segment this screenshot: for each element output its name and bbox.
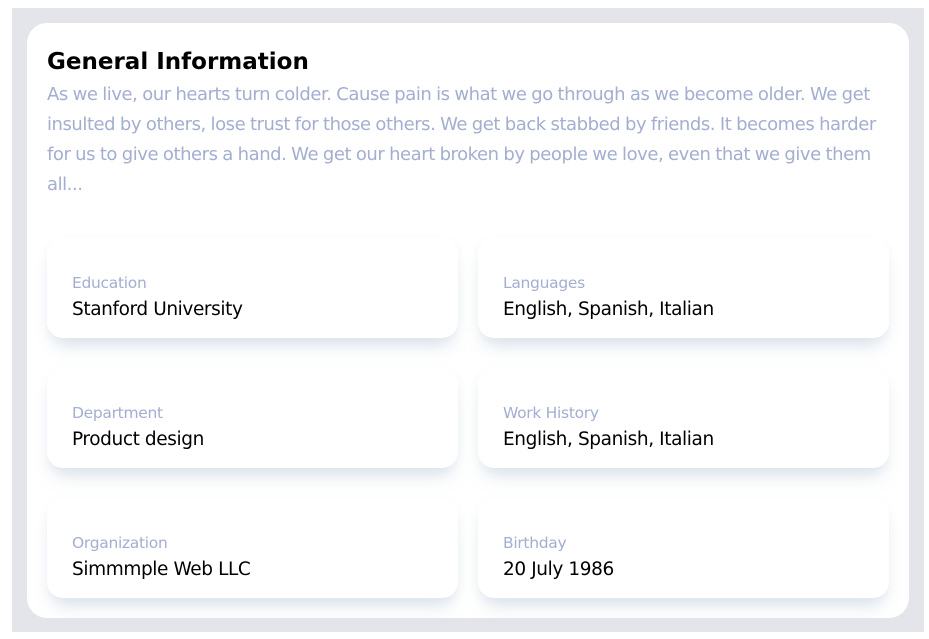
card-title: General Information — [47, 49, 309, 75]
general-information-card: General Information As we live, our hear… — [27, 23, 909, 618]
page-background: General Information As we live, our hear… — [12, 8, 924, 632]
info-label: Languages — [503, 274, 585, 292]
info-label: Birthday — [503, 534, 567, 552]
info-value: English, Spanish, Italian — [503, 299, 714, 320]
info-value: Stanford University — [72, 299, 243, 320]
info-value: Product design — [72, 429, 204, 450]
card-description: As we live, our hearts turn colder. Caus… — [47, 84, 876, 195]
info-value: Simmmple Web LLC — [72, 559, 251, 580]
info-value: English, Spanish, Italian — [503, 429, 714, 450]
info-label: Work History — [503, 404, 599, 422]
info-item-birthday: Birthday 20 July 1986 — [478, 498, 889, 598]
info-item-work-history: Work History English, Spanish, Italian — [478, 368, 889, 468]
info-label: Department — [72, 404, 163, 422]
info-label: Organization — [72, 534, 168, 552]
info-item-languages: Languages English, Spanish, Italian — [478, 238, 889, 338]
info-item-department: Department Product design — [47, 368, 458, 468]
info-item-organization: Organization Simmmple Web LLC — [47, 498, 458, 598]
info-item-education: Education Stanford University — [47, 238, 458, 338]
info-value: 20 July 1986 — [503, 559, 614, 580]
info-label: Education — [72, 274, 147, 292]
